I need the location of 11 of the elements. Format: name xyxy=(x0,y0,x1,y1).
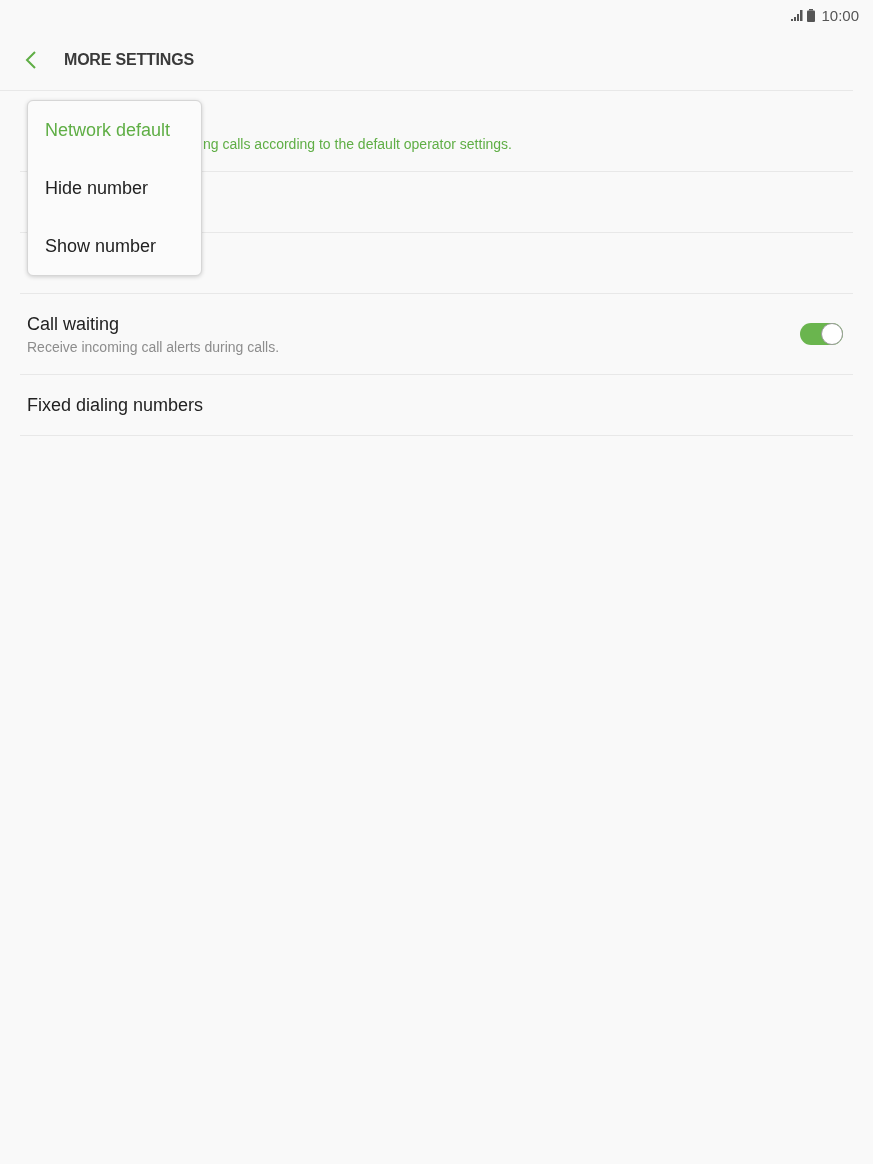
toggle-switch[interactable] xyxy=(800,323,843,345)
setting-description: ng calls according to the default operator settings. xyxy=(203,135,513,153)
page-title: MORE SETTINGS xyxy=(64,51,194,69)
signal-icon xyxy=(791,9,804,21)
battery-icon xyxy=(807,8,816,22)
setting-description: Receive incoming call alerts during calls. xyxy=(27,337,281,356)
setting-title[interactable]: Call waiting xyxy=(27,312,800,335)
setting-title[interactable]: Fixed dialing numbers xyxy=(27,394,843,416)
menu-option[interactable]: Hide number xyxy=(28,159,201,217)
menu-option[interactable]: Show number xyxy=(28,217,201,275)
clock-time: 10:00 xyxy=(821,6,859,24)
